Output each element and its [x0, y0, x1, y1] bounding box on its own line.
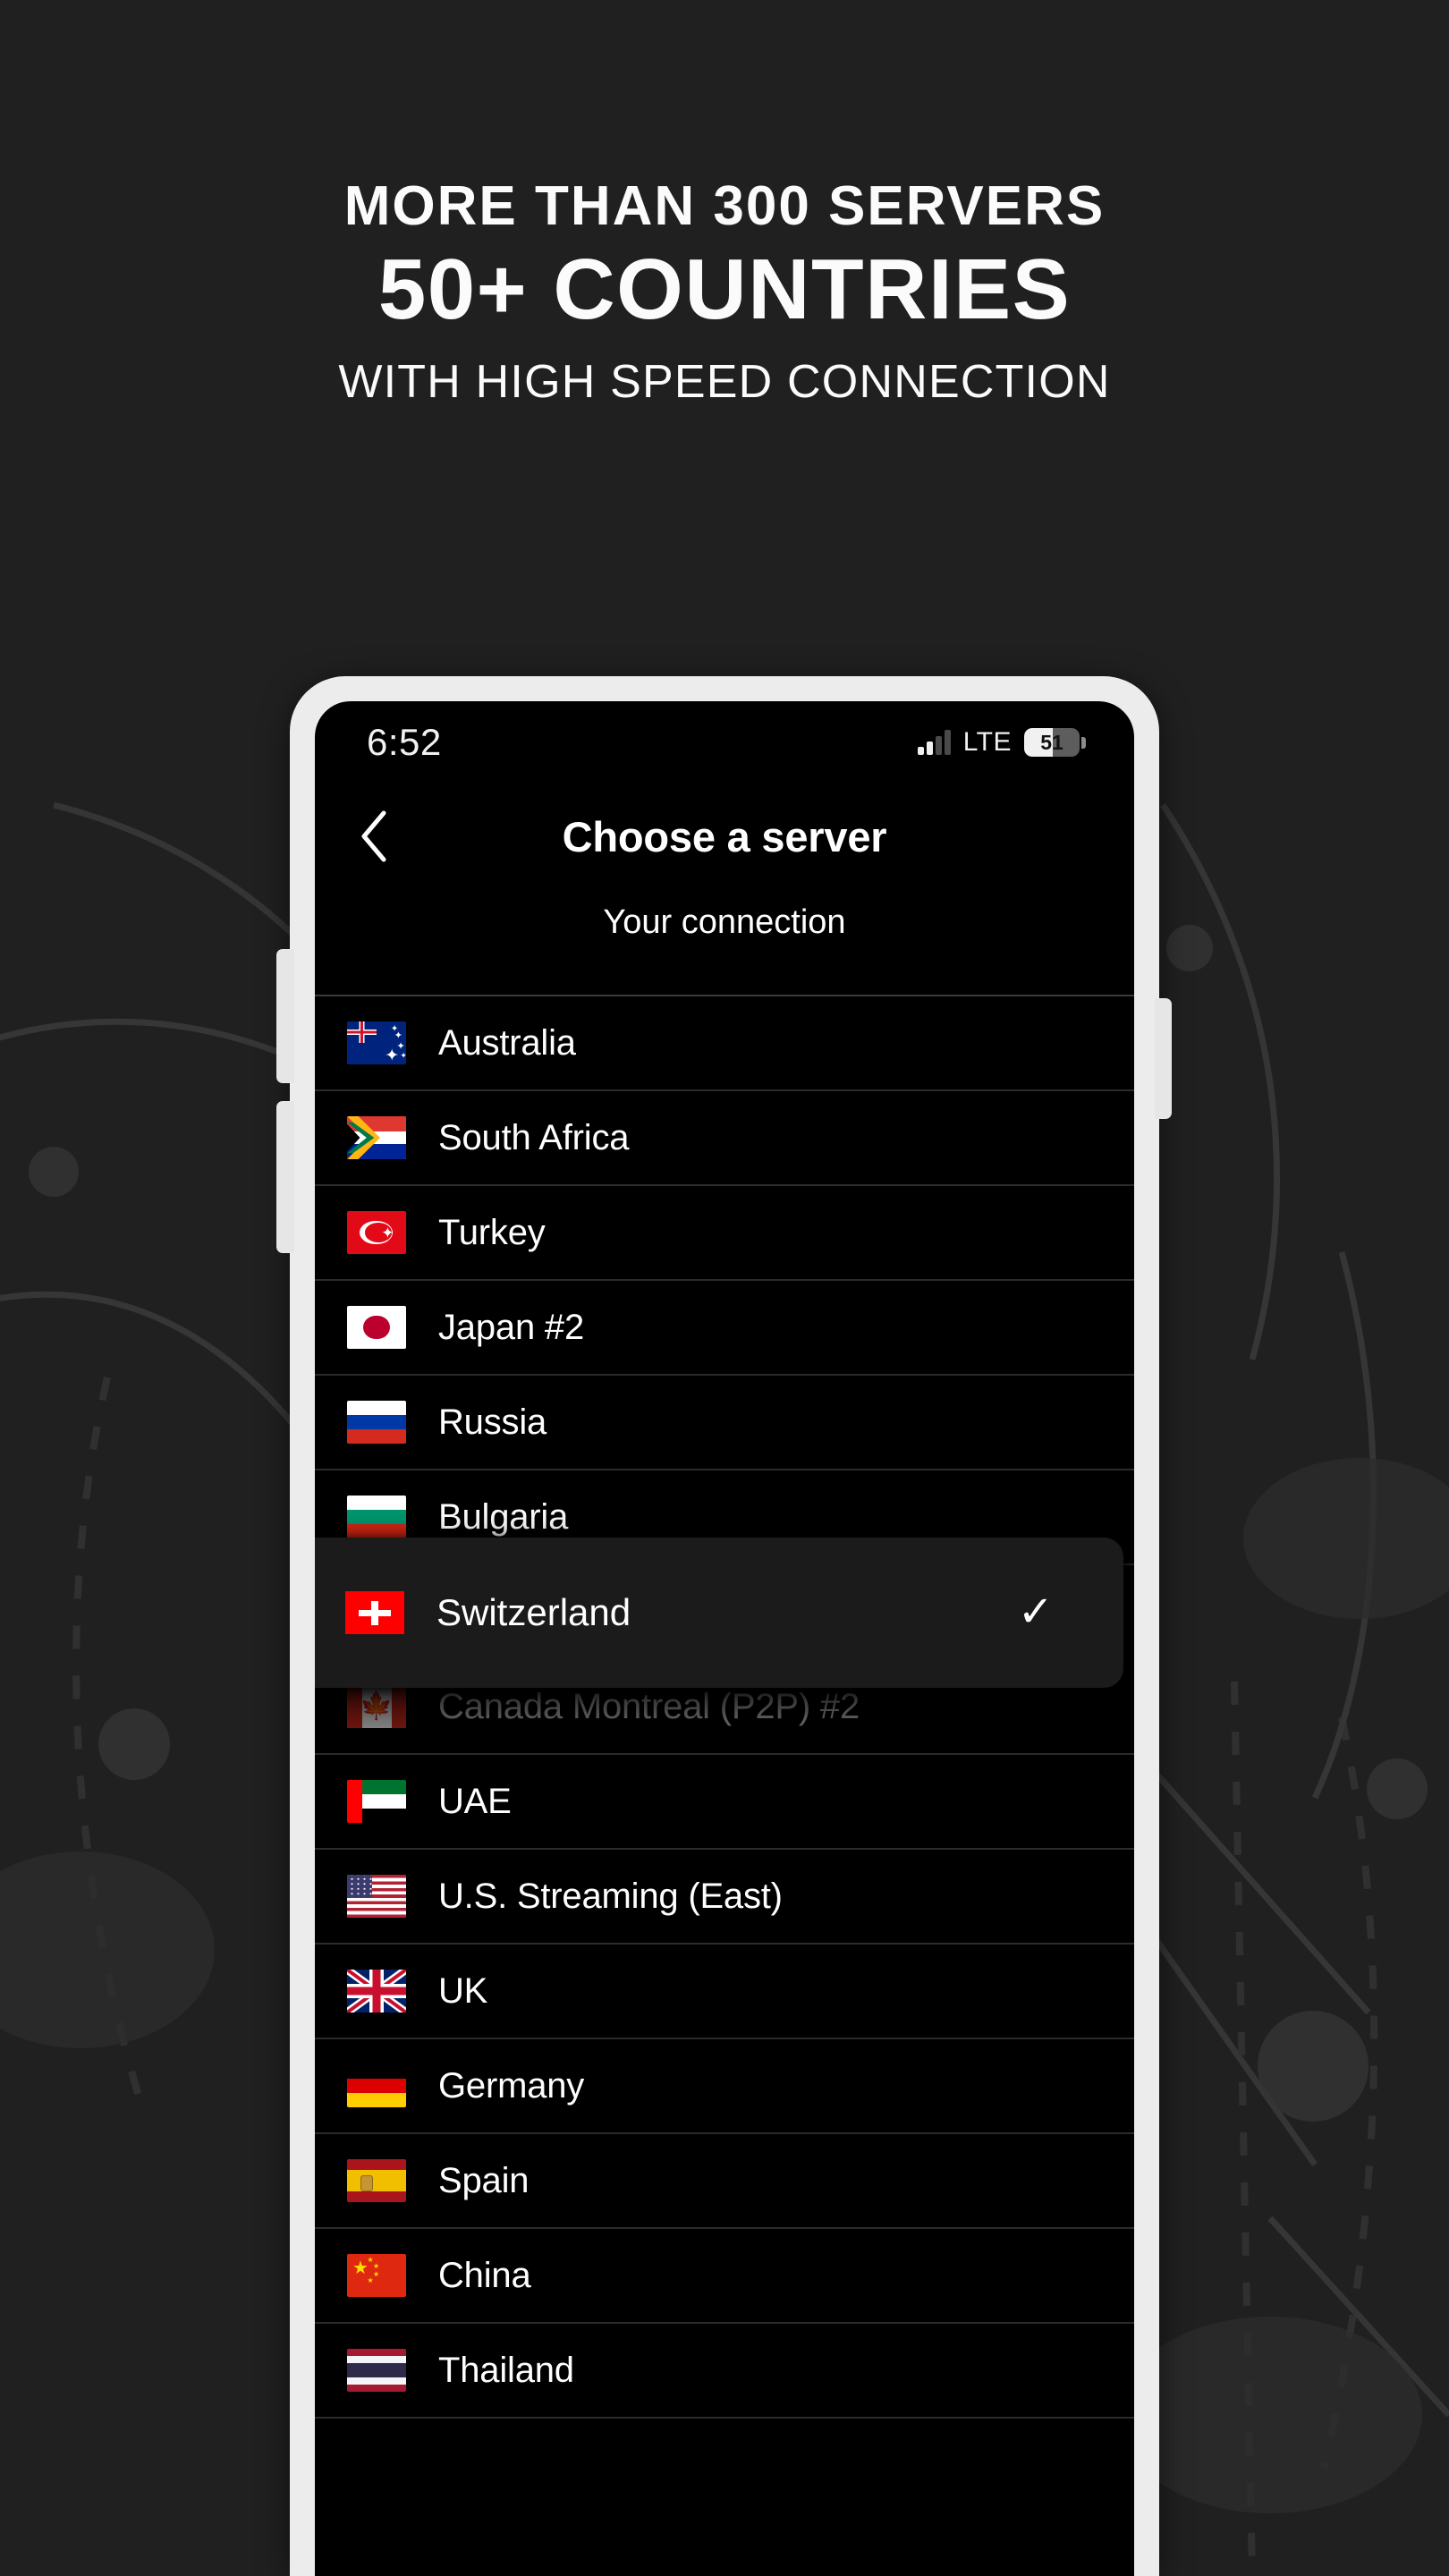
server-name-label: Spain: [438, 2160, 530, 2200]
flag-icon-cn: ★ ★ ★ ★ ★: [347, 2254, 406, 2297]
server-row[interactable]: Germany: [315, 2039, 1134, 2134]
server-name-label: UAE: [438, 1781, 512, 1821]
server-row[interactable]: Spain: [315, 2134, 1134, 2229]
selected-server-card[interactable]: Switzerland ✓: [315, 1538, 1123, 1688]
status-time: 6:52: [367, 721, 442, 763]
server-row[interactable]: Thailand: [315, 2324, 1134, 2419]
flag-icon-za: [347, 1116, 406, 1159]
back-button[interactable]: [342, 804, 406, 869]
flag-icon-jp: [347, 1306, 406, 1349]
server-name-label: Germany: [438, 2065, 585, 2106]
server-name-label: South Africa: [438, 1117, 630, 1157]
flag-icon-au: ✦ ✦ ✦ ✦ ✦: [347, 1021, 406, 1064]
server-row[interactable]: UAE: [315, 1755, 1134, 1850]
promo-headline: MORE THAN 300 SERVERS 50+ COUNTRIES WITH…: [0, 175, 1449, 409]
server-name-label: Australia: [438, 1022, 576, 1063]
server-name-label: Bulgaria: [438, 1496, 569, 1537]
nav-bar: Choose a server: [315, 784, 1134, 889]
flag-icon-gb: [347, 1970, 406, 2012]
promo-line-3: WITH HIGH SPEED CONNECTION: [338, 356, 1111, 409]
status-indicators: LTE 51: [917, 727, 1086, 758]
server-row[interactable]: UK: [315, 1945, 1134, 2039]
promo-line-1: MORE THAN 300 SERVERS: [343, 175, 1106, 237]
flag-icon-es: [347, 2159, 406, 2202]
phone-screen: 6:52 LTE 51 Choose a server Your connect…: [315, 701, 1134, 2576]
server-row[interactable]: ✦ ✦ ✦ ✦ ✦ Australia: [315, 996, 1134, 1091]
signal-strength-icon: [917, 730, 951, 755]
server-row[interactable]: ✦ Turkey: [315, 1186, 1134, 1281]
volume-up-button[interactable]: [276, 949, 294, 1083]
connection-subtitle-label: Your connection: [603, 903, 846, 941]
flag-icon-tr: ✦: [347, 1211, 406, 1254]
phone-mockup: 6:52 LTE 51 Choose a server Your connect…: [276, 676, 1172, 2576]
connection-subtitle: Your connection: [315, 889, 1134, 989]
server-row[interactable]: ★ ★ ★ ★ ★ China: [315, 2229, 1134, 2324]
promo-line-2: 50+ COUNTRIES: [377, 242, 1072, 337]
server-name-label: UK: [438, 1970, 488, 2011]
flag-icon-de: [347, 2064, 406, 2107]
server-name-label: China: [438, 2255, 531, 2295]
battery-percent-label: 51: [1040, 731, 1063, 754]
server-row[interactable]: Japan #2: [315, 1281, 1134, 1376]
server-name-label: Russia: [438, 1402, 547, 1442]
flag-icon-th: [347, 2349, 406, 2392]
flag-icon-ae: [347, 1780, 406, 1823]
server-row[interactable]: South Africa: [315, 1091, 1134, 1186]
server-row[interactable]: Russia: [315, 1376, 1134, 1470]
power-button[interactable]: [1155, 998, 1172, 1119]
page-title: Choose a server: [562, 812, 887, 860]
server-name-label: Japan #2: [438, 1307, 584, 1347]
status-bar: 6:52 LTE 51: [315, 701, 1134, 784]
volume-down-button[interactable]: [276, 1101, 294, 1253]
flag-icon-ca: 🍁: [347, 1685, 406, 1728]
battery-icon: 51: [1024, 728, 1086, 757]
server-name-label: Turkey: [438, 1212, 546, 1252]
network-type-label: LTE: [962, 727, 1012, 757]
server-list[interactable]: ✦ ✦ ✦ ✦ ✦ Australia South Africa ✦ Turkey Japan #…: [315, 996, 1134, 2419]
server-row[interactable]: U.S. Streaming (East): [315, 1850, 1134, 1945]
selected-server-label: Switzerland: [436, 1591, 631, 1633]
server-name-label: Thailand: [438, 2350, 574, 2390]
check-icon: ✓: [1017, 1589, 1054, 1636]
chevron-left-icon: [361, 810, 386, 862]
flag-icon-ru: [347, 1401, 406, 1444]
server-name-label: U.S. Streaming (East): [438, 1876, 783, 1916]
flag-icon-us: [347, 1875, 406, 1918]
server-name-label: Canada Montreal (P2P) #2: [438, 1686, 860, 1726]
flag-icon-bg: [347, 1496, 406, 1538]
flag-icon-ch: [345, 1591, 404, 1634]
